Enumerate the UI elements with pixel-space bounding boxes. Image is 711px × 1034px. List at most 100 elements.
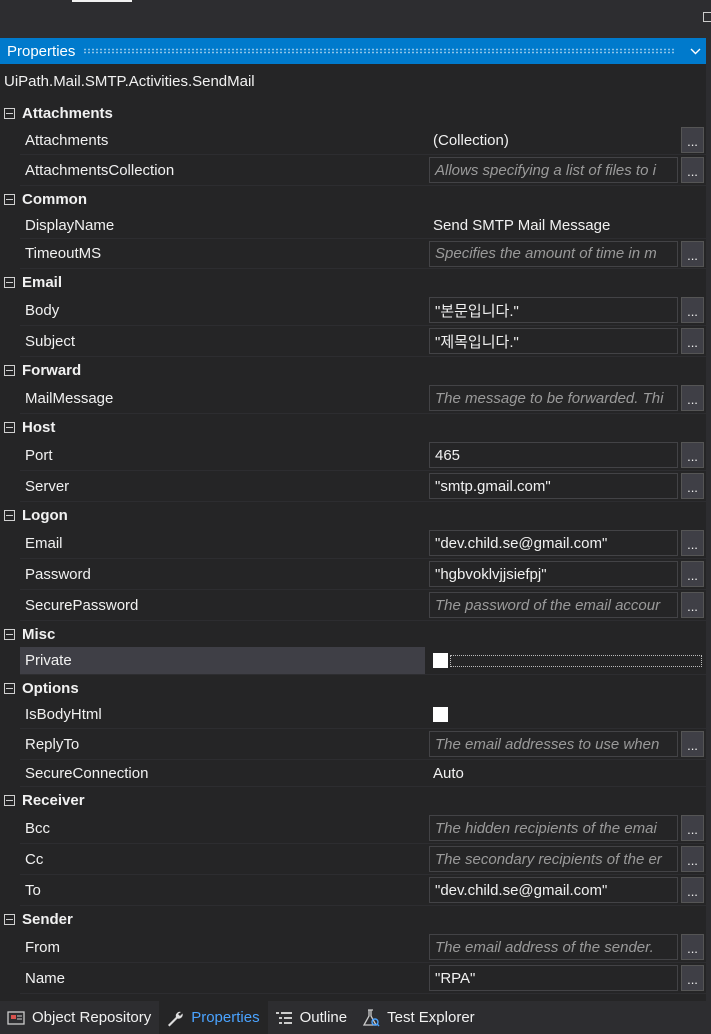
property-value-input[interactable]: The email addresses to use when	[429, 731, 678, 757]
property-value-input[interactable]: "smtp.gmail.com"	[429, 473, 678, 499]
property-name: Name	[25, 969, 66, 987]
collapse-icon[interactable]	[4, 682, 15, 694]
property-row-displayname[interactable]: DisplayName Send SMTP Mail Message	[0, 212, 706, 239]
focus-outline	[450, 654, 702, 667]
collapse-icon[interactable]	[4, 193, 15, 205]
category-email[interactable]: Email	[0, 269, 706, 295]
property-value-cell: Allows specifying a list of files to i..…	[425, 155, 706, 186]
category-sender[interactable]: Sender	[0, 906, 706, 932]
property-value-input[interactable]: The email address of the sender.	[429, 934, 678, 960]
category-misc[interactable]: Misc	[0, 621, 706, 647]
property-row-attachments[interactable]: Attachments (Collection)...	[0, 126, 706, 155]
property-row-subject[interactable]: Subject "제목입니다."...	[0, 326, 706, 357]
ellipsis-button[interactable]: ...	[681, 473, 704, 499]
property-value-input[interactable]: The password of the email accour	[429, 592, 678, 618]
property-value-input[interactable]: "dev.child.se@gmail.com"	[429, 530, 678, 556]
property-value-input[interactable]: "제목입니다."	[429, 328, 678, 354]
tab-object-repository[interactable]: Object Repository	[0, 1001, 159, 1034]
restore-icon[interactable]	[703, 12, 711, 22]
property-row-bcc[interactable]: Bcc The hidden recipients of the emai...	[0, 813, 706, 844]
property-row-body[interactable]: Body "본문입니다."...	[0, 295, 706, 326]
category-name: Common	[22, 190, 87, 208]
property-checkbox[interactable]	[433, 707, 448, 722]
property-label: Attachments	[20, 126, 425, 155]
property-row-name[interactable]: Name "RPA"...	[0, 963, 706, 994]
tab-test-explorer[interactable]: Test Explorer	[355, 1001, 483, 1034]
property-label: Server	[20, 471, 425, 502]
property-value-input[interactable]: "본문입니다."	[429, 297, 678, 323]
ellipsis-button[interactable]: ...	[681, 934, 704, 960]
property-row-secureconnection[interactable]: SecureConnection Auto	[0, 760, 706, 787]
property-value-cell: "hgbvoklvjjsiefpj"...	[425, 559, 706, 590]
properties-title-bar[interactable]: Properties	[0, 38, 706, 64]
property-row-attachmentscollection[interactable]: AttachmentsCollection Allows specifying a…	[0, 155, 706, 186]
ellipsis-button[interactable]: ...	[681, 815, 704, 841]
tab-outline[interactable]: Outline	[268, 1001, 356, 1034]
property-name: ReplyTo	[25, 735, 80, 753]
category-attachments[interactable]: Attachments	[0, 100, 706, 126]
property-row-securepassword[interactable]: SecurePassword The password of the email …	[0, 590, 706, 621]
chevron-down-icon[interactable]	[684, 44, 706, 58]
property-label: MailMessage	[20, 383, 425, 414]
category-host[interactable]: Host	[0, 414, 706, 440]
ellipsis-button[interactable]: ...	[681, 561, 704, 587]
collapse-icon[interactable]	[4, 107, 15, 119]
tab-properties[interactable]: Properties	[159, 1001, 268, 1034]
category-receiver[interactable]: Receiver	[0, 787, 706, 813]
property-value-input[interactable]: "hgbvoklvjjsiefpj"	[429, 561, 678, 587]
property-label: Cc	[20, 844, 425, 875]
property-value-input[interactable]: Specifies the amount of time in m	[429, 240, 678, 267]
ellipsis-button[interactable]: ...	[681, 127, 704, 153]
ellipsis-button[interactable]: ...	[681, 240, 704, 267]
ellipsis-button[interactable]: ...	[681, 385, 704, 411]
ellipsis-button[interactable]: ...	[681, 442, 704, 468]
collapse-icon[interactable]	[4, 276, 15, 288]
property-label: AttachmentsCollection	[20, 155, 425, 186]
property-row-private[interactable]: Private	[0, 647, 706, 675]
property-row-email[interactable]: Email "dev.child.se@gmail.com"...	[0, 528, 706, 559]
property-value-input[interactable]: "RPA"	[429, 965, 678, 991]
collapse-icon[interactable]	[4, 628, 15, 640]
property-value-cell: The secondary recipients of the er...	[425, 844, 706, 875]
property-checkbox[interactable]	[433, 653, 448, 668]
property-value[interactable]: Auto	[429, 765, 706, 782]
ellipsis-button[interactable]: ...	[681, 328, 704, 354]
ellipsis-button[interactable]: ...	[681, 731, 704, 757]
category-logon[interactable]: Logon	[0, 502, 706, 528]
property-value-input[interactable]: "dev.child.se@gmail.com"	[429, 877, 678, 903]
ellipsis-button[interactable]: ...	[681, 592, 704, 618]
property-value[interactable]: (Collection)	[429, 132, 678, 149]
property-value[interactable]: Send SMTP Mail Message	[429, 217, 706, 234]
ellipsis-button[interactable]: ...	[681, 157, 704, 183]
collapse-icon[interactable]	[4, 364, 15, 376]
property-value-input[interactable]: The hidden recipients of the emai	[429, 815, 678, 841]
property-value-input[interactable]: Allows specifying a list of files to i	[429, 157, 678, 183]
collapse-icon[interactable]	[4, 794, 15, 806]
ellipsis-button[interactable]: ...	[681, 877, 704, 903]
ellipsis-button[interactable]: ...	[681, 530, 704, 556]
property-row-replyto[interactable]: ReplyTo The email addresses to use when..…	[0, 729, 706, 760]
property-row-port[interactable]: Port 465...	[0, 440, 706, 471]
property-row-from[interactable]: From The email address of the sender....	[0, 932, 706, 963]
property-row-cc[interactable]: Cc The secondary recipients of the er...	[0, 844, 706, 875]
property-row-server[interactable]: Server "smtp.gmail.com"...	[0, 471, 706, 502]
category-forward[interactable]: Forward	[0, 357, 706, 383]
category-common[interactable]: Common	[0, 186, 706, 212]
ellipsis-button[interactable]: ...	[681, 846, 704, 872]
collapse-icon[interactable]	[4, 509, 15, 521]
property-row-password[interactable]: Password "hgbvoklvjjsiefpj"...	[0, 559, 706, 590]
property-row-mailmessage[interactable]: MailMessage The message to be forwarded. …	[0, 383, 706, 414]
property-value-input[interactable]: The secondary recipients of the er	[429, 846, 678, 872]
property-row-to[interactable]: To "dev.child.se@gmail.com"...	[0, 875, 706, 906]
drag-grip[interactable]	[83, 48, 676, 54]
ellipsis-button[interactable]: ...	[681, 297, 704, 323]
property-value-input[interactable]: 465	[429, 442, 678, 468]
property-row-timeoutms[interactable]: TimeoutMS Specifies the amount of time in…	[0, 239, 706, 269]
collapse-icon[interactable]	[4, 913, 15, 925]
category-options[interactable]: Options	[0, 675, 706, 701]
property-row-isbodyhtml[interactable]: IsBodyHtml	[0, 701, 706, 729]
ellipsis-button[interactable]: ...	[681, 965, 704, 991]
property-value-input[interactable]: The message to be forwarded. Thi	[429, 385, 678, 411]
property-label: Bcc	[20, 813, 425, 844]
collapse-icon[interactable]	[4, 421, 15, 433]
